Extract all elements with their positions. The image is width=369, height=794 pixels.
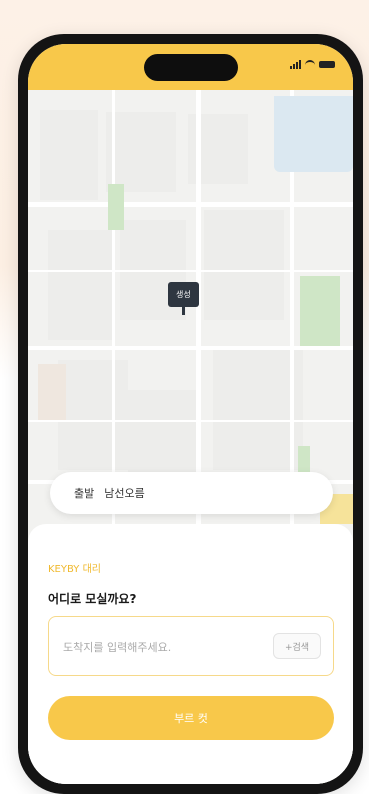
map-road: [28, 270, 353, 272]
address-input[interactable]: [61, 635, 265, 659]
map-block: [106, 112, 176, 192]
phone-screen: 생성 출발 남선오름 KEYBY 대리 어디로 모실까요? +검색 부르 컷: [28, 44, 353, 784]
departure-label: 출발: [74, 487, 95, 500]
signal-icon: [290, 60, 301, 69]
map-pin-stem: [181, 307, 185, 315]
call-button[interactable]: 부르 컷: [48, 696, 334, 740]
map-road: [112, 90, 115, 530]
map-block: [128, 390, 198, 480]
map-area: [38, 364, 66, 420]
map-water: [274, 96, 353, 172]
map-road: [28, 202, 353, 207]
departure-pill[interactable]: 출발 남선오름: [50, 472, 333, 514]
map-block: [40, 110, 98, 200]
battery-icon: [319, 61, 335, 68]
bottom-sheet: KEYBY 대리 어디로 모실까요? +검색 부르 컷: [28, 524, 353, 784]
search-address-button[interactable]: +검색: [273, 633, 321, 659]
map-road: [28, 420, 353, 422]
address-field[interactable]: +검색: [48, 616, 334, 676]
map-pin-label: 생성: [168, 282, 199, 307]
wifi-icon: [305, 60, 315, 69]
status-icons: [290, 60, 335, 69]
phone-frame: 생성 출발 남선오름 KEYBY 대리 어디로 모실까요? +검색 부르 컷: [18, 34, 363, 794]
map-park: [108, 184, 124, 230]
map-block: [48, 230, 112, 340]
departure-value: 남선오름: [104, 487, 145, 500]
sheet-title: KEYBY 대리: [48, 564, 101, 575]
map-pin[interactable]: 생성: [168, 282, 199, 315]
map-park: [300, 276, 340, 346]
map-road: [28, 346, 353, 350]
sheet-question: 어디로 모실까요?: [48, 592, 137, 606]
map-block: [204, 210, 284, 320]
map-block: [58, 360, 128, 470]
status-bar: [28, 44, 353, 90]
dynamic-island: [144, 54, 238, 81]
